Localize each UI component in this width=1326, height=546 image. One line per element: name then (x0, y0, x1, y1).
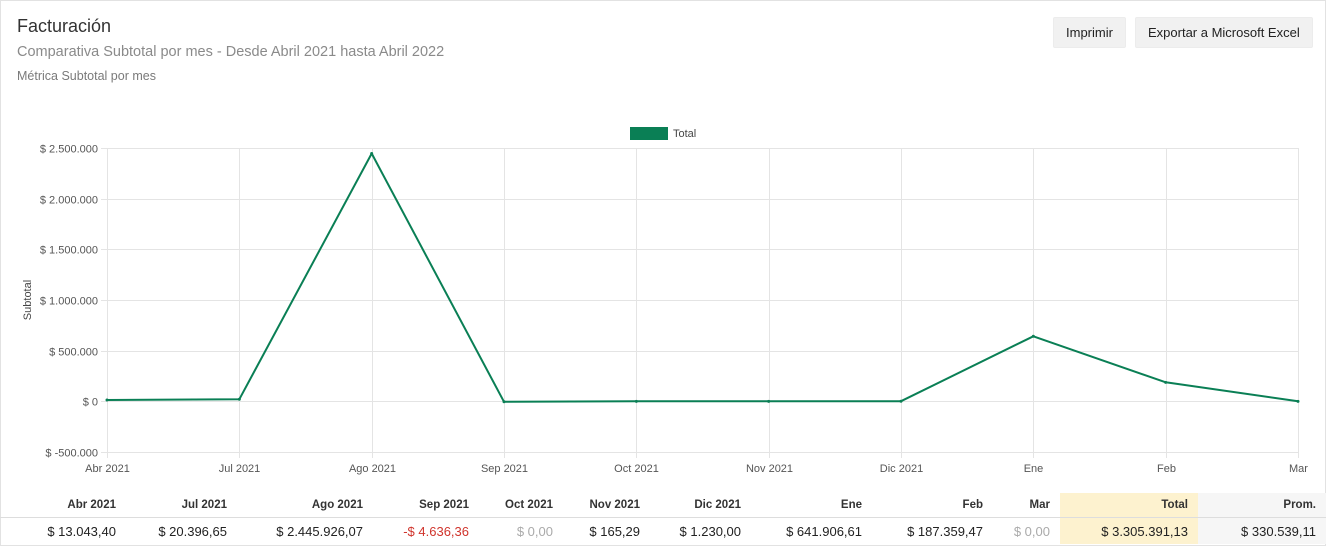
table-cell: $ 187.359,47 (907, 523, 983, 539)
column-header: Abr 2021 (0, 493, 126, 518)
x-tick-label: Oct 2021 (614, 463, 659, 475)
column-header: Feb (872, 493, 993, 518)
table-cell: -$ 4.636,36 (403, 523, 469, 539)
column-header: Ene (751, 493, 872, 518)
data-point (1031, 334, 1035, 338)
y-tick-label: $ 2.500.000 (40, 144, 98, 156)
chart-grid (101, 148, 1299, 458)
data-point (370, 151, 374, 155)
x-tick-label: Abr 2021 (85, 463, 130, 475)
y-tick-label: $ 1.500.000 (40, 245, 98, 257)
chart-legend[interactable]: Total (630, 127, 696, 140)
column-header: Sep 2021 (373, 493, 479, 518)
line-chart: $ 2.500.000 $ 2.000.000 $ 1.500.000 $ 1.000… (22, 127, 1308, 476)
x-tick-label: Nov 2021 (746, 463, 793, 475)
data-point (105, 398, 109, 402)
data-point (502, 400, 506, 404)
data-point (1296, 399, 1300, 403)
table-cell: $ 165,29 (589, 523, 640, 539)
data-point (634, 399, 638, 403)
table-cell: $ 13.043,40 (47, 523, 116, 539)
x-tick-label: Jul 2021 (219, 463, 261, 475)
table-cell: $ 0,00 (1013, 523, 1050, 539)
x-tick-label: Ene (1024, 463, 1044, 475)
table-cell: $ 0,00 (516, 523, 553, 539)
table-cell: $ 330.539,11 (1198, 517, 1326, 544)
table-row: $ 13.043,40 $ 20.396,65 $ 2.445.926,07 -$ 4… (0, 517, 1326, 544)
y-tick-label: $ 500.000 (49, 347, 98, 359)
column-header: Total (1060, 493, 1198, 518)
data-point (767, 399, 771, 403)
legend-swatch (630, 127, 668, 140)
column-header: Jul 2021 (126, 493, 237, 518)
column-header: Ago 2021 (237, 493, 373, 518)
y-tick-label: $ 0 (83, 397, 98, 409)
table-cell: $ 20.396,65 (158, 523, 227, 539)
y-tick-label: $ 2.000.000 (40, 195, 98, 207)
table-cell: $ 641.906,61 (786, 523, 862, 539)
x-tick-label: Ago 2021 (349, 463, 396, 475)
column-header: Mar (993, 493, 1060, 518)
x-tick-label: Sep 2021 (481, 463, 528, 475)
series-line (106, 152, 1299, 403)
data-point (237, 397, 241, 401)
y-axis-label: Subtotal (22, 280, 34, 320)
x-tick-label: Dic 2021 (880, 463, 923, 475)
x-tick-label: Mar (1289, 463, 1308, 475)
data-point (899, 399, 903, 403)
column-header: Oct 2021 (479, 493, 563, 518)
x-tick-label: Feb (1157, 463, 1176, 475)
y-tick-label: $ 1.000.000 (40, 296, 98, 308)
summary-table: Abr 2021 Jul 2021 Ago 2021 Sep 2021 Oct 2021… (0, 493, 1326, 544)
column-header: Prom. (1198, 493, 1326, 518)
table-header-row: Abr 2021 Jul 2021 Ago 2021 Sep 2021 Oct 2021… (0, 493, 1326, 518)
y-tick-label: $ -500.000 (45, 448, 98, 460)
chart-series (105, 151, 1300, 404)
chart-axes: $ 2.500.000 $ 2.000.000 $ 1.500.000 $ 1.000… (22, 144, 1308, 476)
data-point (1164, 380, 1168, 384)
table-cell: $ 2.445.926,07 (276, 523, 363, 539)
table-cell: $ 1.230,00 (679, 523, 741, 539)
table-cell: $ 3.305.391,13 (1060, 517, 1198, 544)
column-header: Nov 2021 (563, 493, 650, 518)
legend-label: Total (673, 128, 696, 140)
column-header: Dic 2021 (650, 493, 751, 518)
